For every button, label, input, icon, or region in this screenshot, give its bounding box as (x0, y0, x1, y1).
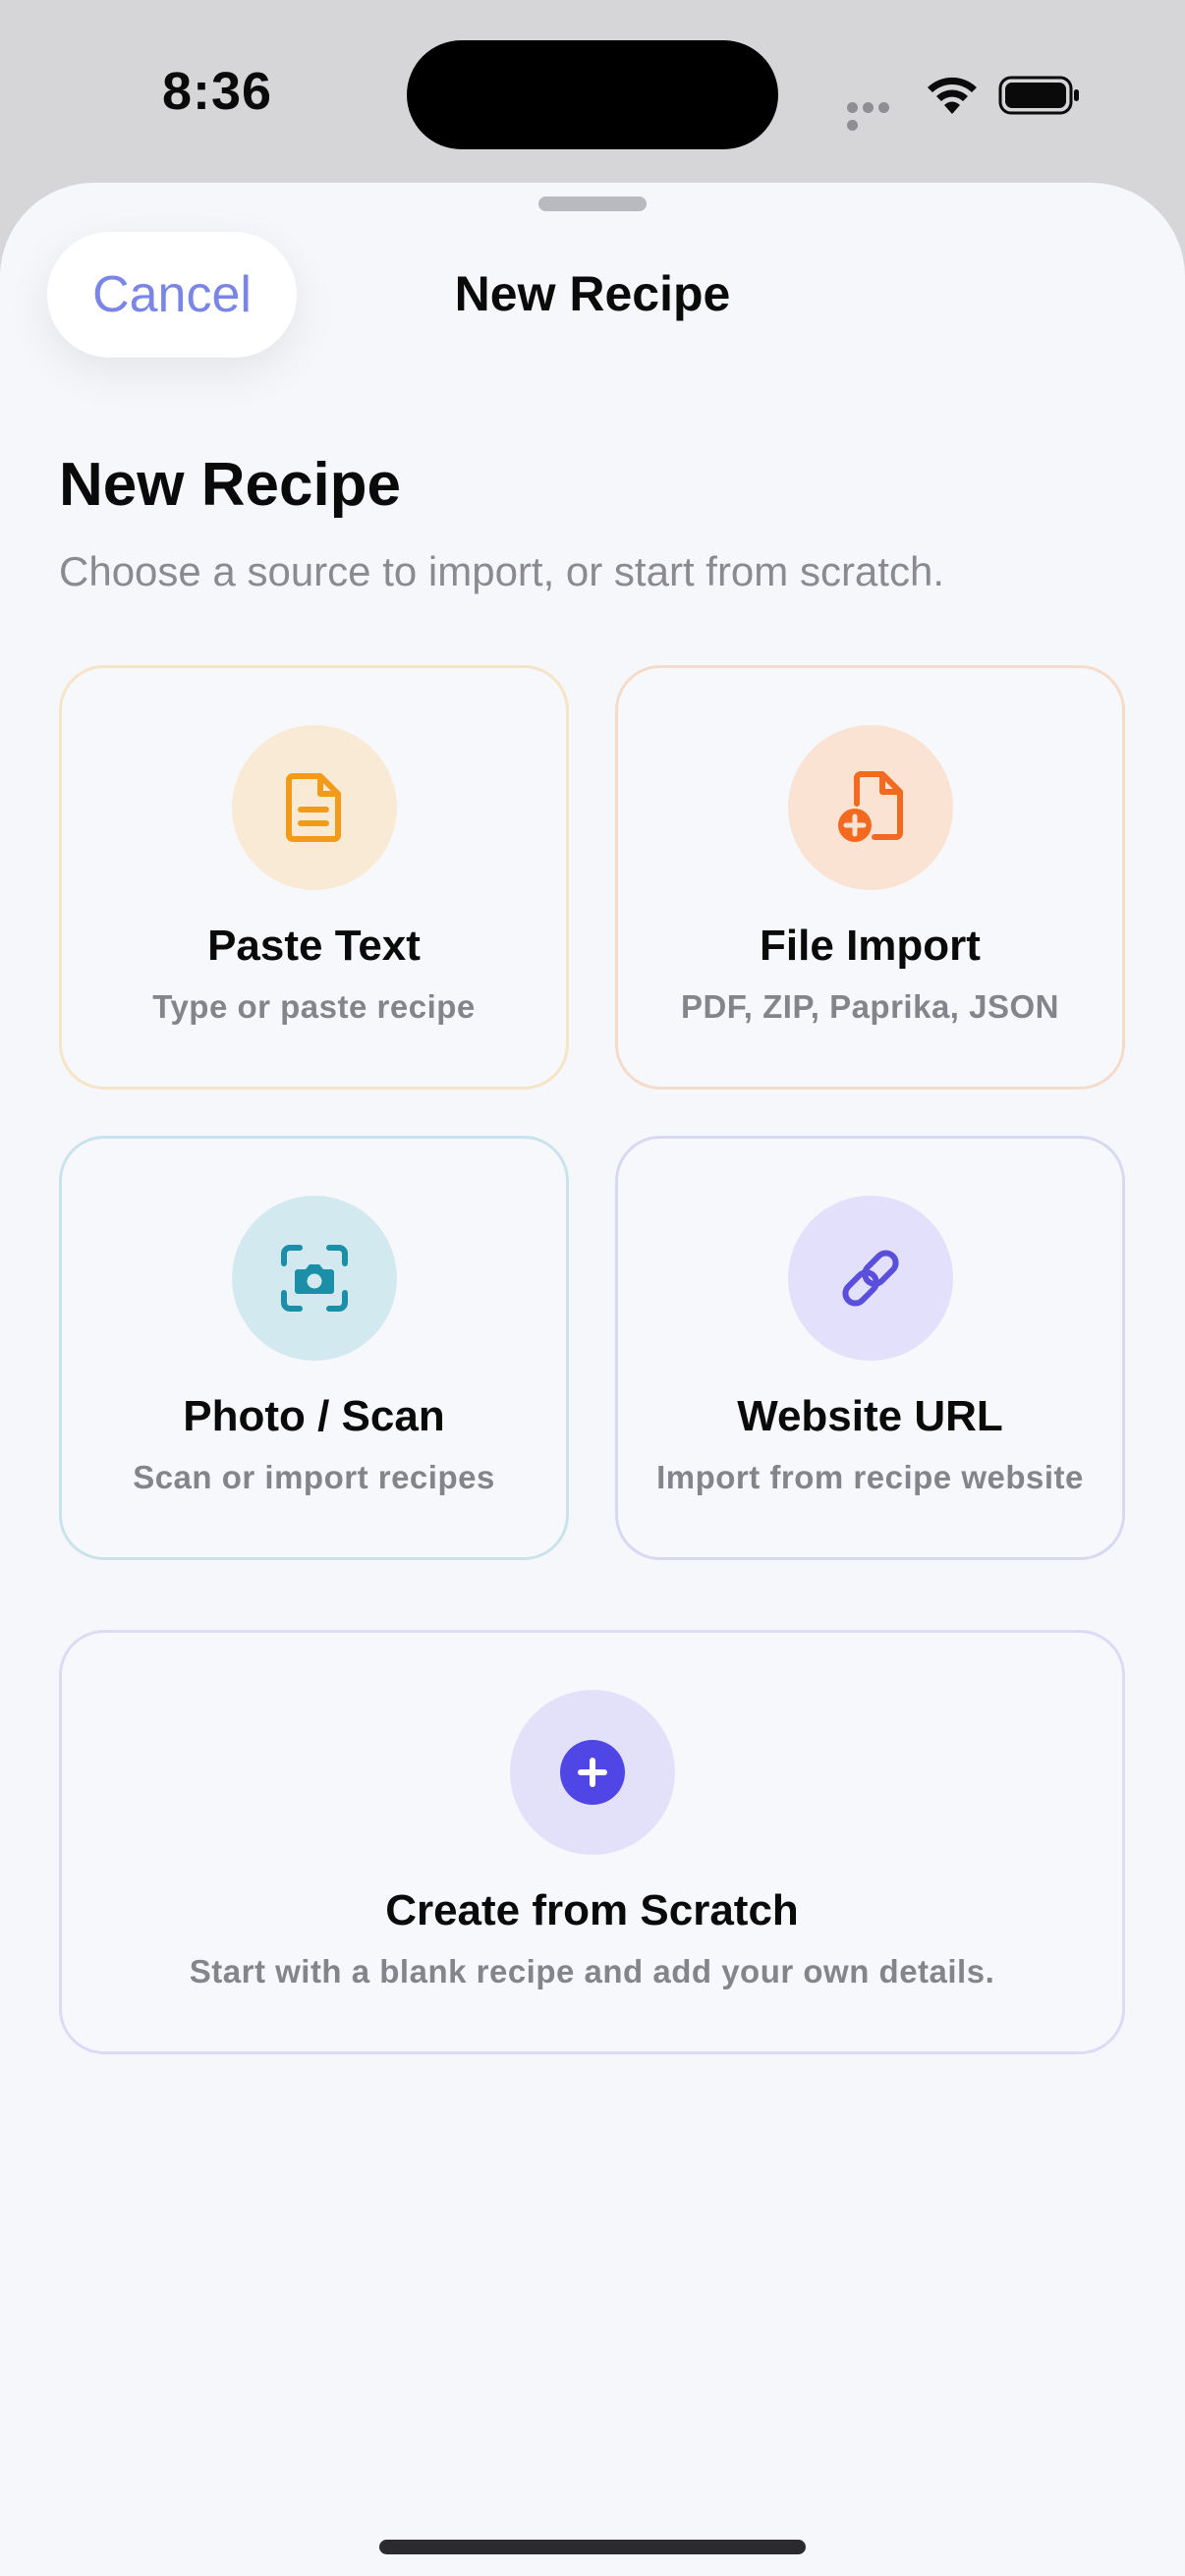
home-indicator (379, 2540, 806, 2554)
paste-text-option[interactable]: Paste Text Type or paste recipe (59, 665, 569, 1090)
create-from-scratch-icon-circle (509, 1690, 675, 1855)
file-add-icon (837, 771, 903, 842)
status-bar: 8:36 (0, 0, 1185, 187)
link-icon (841, 1250, 899, 1307)
photo-scan-description: Scan or import recipes (133, 1459, 495, 1495)
create-from-scratch-description: Start with a blank recipe and add your o… (189, 1953, 995, 1989)
sheet-grabber[interactable] (538, 196, 647, 211)
website-url-option[interactable]: Website URL Import from recipe website (615, 1136, 1125, 1560)
file-import-option[interactable]: File Import PDF, ZIP, Paprika, JSON (615, 665, 1125, 1090)
create-from-scratch-title: Create from Scratch (385, 1886, 799, 1934)
page-title: New Recipe (59, 451, 402, 519)
status-time: 8:36 (162, 62, 273, 121)
file-import-title: File Import (760, 922, 981, 970)
website-url-title: Website URL (737, 1392, 1003, 1440)
camera-scan-icon (280, 1245, 348, 1312)
document-text-icon (285, 773, 341, 842)
paste-text-icon-circle (231, 725, 397, 890)
cellular-signal-icon (847, 100, 908, 131)
photo-scan-title: Photo / Scan (183, 1392, 445, 1440)
dynamic-island (407, 40, 778, 149)
paste-text-description: Type or paste recipe (152, 988, 476, 1025)
website-url-description: Import from recipe website (656, 1459, 1084, 1495)
page-subtitle: Choose a source to import, or start from… (59, 548, 944, 594)
photo-scan-icon-circle (231, 1196, 397, 1361)
website-url-icon-circle (787, 1196, 953, 1361)
photo-scan-option[interactable]: Photo / Scan Scan or import recipes (59, 1136, 569, 1560)
battery-icon (998, 76, 1079, 115)
file-import-description: PDF, ZIP, Paprika, JSON (680, 988, 1060, 1025)
create-from-scratch-option[interactable]: Create from Scratch Start with a blank r… (59, 1630, 1125, 2054)
plus-circle-icon (559, 1740, 625, 1805)
file-import-icon-circle (787, 725, 953, 890)
nav-title: New Recipe (454, 266, 731, 321)
paste-text-title: Paste Text (207, 922, 421, 970)
wifi-icon (928, 77, 977, 114)
